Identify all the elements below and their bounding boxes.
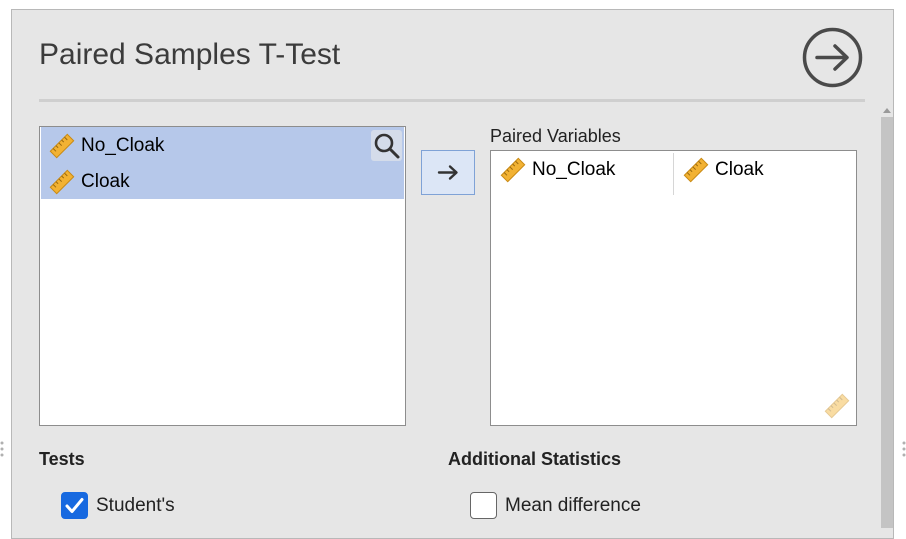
pair-second-label: Cloak [715,159,764,180]
available-variables-list[interactable]: No_Cloak Cloak [39,126,406,426]
page-title: Paired Samples T-Test [39,38,341,71]
search-button[interactable] [371,130,402,161]
ruler-icon [49,133,75,159]
search-icon [374,133,400,159]
scroll-up-icon[interactable] [880,103,894,117]
left-resize-handle[interactable] [0,440,4,458]
ruler-icon [500,157,526,183]
run-analysis-button[interactable] [802,27,863,88]
paired-variables-list[interactable]: No_Cloak Cloak [490,150,857,426]
variable-item[interactable]: Cloak [41,163,404,199]
paired-variables-label: Paired Variables [490,126,621,146]
arrow-circle-right-icon [802,27,863,88]
ruler-icon [683,157,709,183]
pair-first-label: No_Cloak [532,159,616,180]
pair-second-variable[interactable]: Cloak [674,151,856,195]
mean-difference-label: Mean difference [505,495,641,516]
header-divider [39,99,865,102]
variable-label: Cloak [81,171,130,192]
tests-heading: Tests [39,449,85,469]
pair-first-variable[interactable]: No_Cloak [491,151,673,195]
additional-statistics-heading: Additional Statistics [448,449,622,469]
variable-label: No_Cloak [81,135,165,156]
checkmark-icon [65,498,84,513]
ruler-icon [49,169,75,195]
variable-item[interactable]: No_Cloak [41,127,404,163]
arrow-right-icon [437,165,458,180]
right-resize-handle[interactable] [902,440,906,458]
students-label: Student's [96,495,175,516]
assign-variables-button[interactable] [421,150,475,195]
mean-difference-checkbox[interactable] [470,492,497,519]
scrollbar[interactable] [881,117,893,528]
students-checkbox[interactable] [61,492,88,519]
ruler-icon [824,393,850,419]
